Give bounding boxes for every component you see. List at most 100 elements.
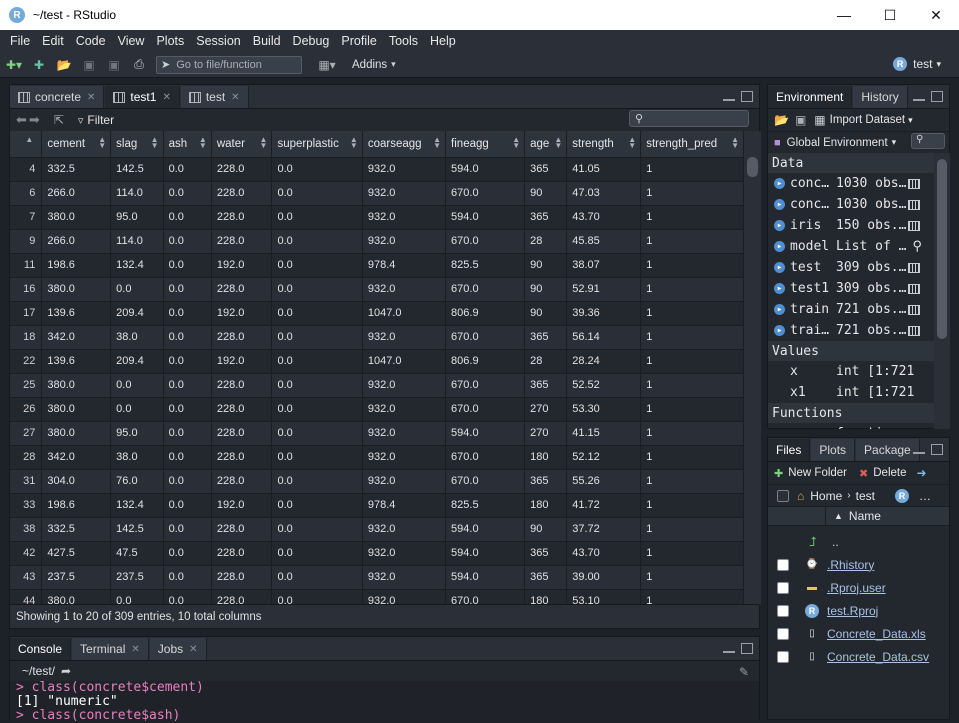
open-file-icon[interactable]: 📂 xyxy=(53,55,75,75)
env-item[interactable]: ▶ conc… 1030 obs… xyxy=(768,194,934,215)
env-tab-environment[interactable]: Environment xyxy=(768,86,853,108)
column-header-age[interactable]: age ▲ ▼ xyxy=(524,131,568,158)
filter-button[interactable]: Filter xyxy=(87,113,114,127)
expand-icon[interactable]: ▶ xyxy=(774,283,785,294)
addins-chevron-icon[interactable]: ▾ xyxy=(391,59,396,70)
new-file-icon[interactable]: ✚▾ xyxy=(3,55,25,75)
file-row[interactable]: ▯ Concrete_Data.csv xyxy=(768,645,949,668)
column-header-cement[interactable]: cement ▲ ▼ xyxy=(41,131,112,158)
minimize-icon[interactable]: — xyxy=(821,0,867,30)
expand-icon[interactable]: ▶ xyxy=(774,199,785,210)
file-checkbox[interactable] xyxy=(777,558,789,571)
close-tab-icon[interactable]: ✕ xyxy=(87,92,95,103)
maximize-files-icon[interactable] xyxy=(931,444,943,455)
view-data-icon[interactable] xyxy=(908,262,920,273)
menu-build[interactable]: Build xyxy=(247,34,287,48)
env-item[interactable]: ▶ trai… 721 obs.… xyxy=(768,320,934,341)
column-header-strength[interactable]: strength ▲ ▼ xyxy=(566,131,642,158)
print-icon[interactable]: ⎙ xyxy=(128,55,150,75)
delete-icon[interactable]: ✖ xyxy=(859,467,868,480)
view-data-icon[interactable] xyxy=(908,220,920,231)
console-tab-console[interactable]: Console xyxy=(10,638,72,660)
env-item[interactable]: ▶ train 721 obs.… xyxy=(768,299,934,320)
view-data-icon[interactable] xyxy=(908,325,920,336)
home-icon[interactable]: ⌂ xyxy=(797,489,804,503)
env-scroll-thumb[interactable] xyxy=(937,159,947,339)
minimize-files-icon[interactable] xyxy=(913,451,925,454)
files-tab-plots[interactable]: Plots xyxy=(811,439,856,461)
view-data-icon[interactable] xyxy=(908,304,920,315)
maximize-icon[interactable]: ☐ xyxy=(867,0,913,30)
forward-icon[interactable]: ➡ xyxy=(29,112,40,128)
save-workspace-icon[interactable]: ▣ xyxy=(795,113,806,127)
expand-icon[interactable]: ▶ xyxy=(774,304,785,315)
close-tab-icon[interactable]: ✕ xyxy=(162,92,170,103)
file-checkbox[interactable] xyxy=(777,627,789,640)
breadcrumb-test[interactable]: test xyxy=(856,489,875,503)
file-name-link[interactable]: Concrete_Data.csv xyxy=(827,650,929,664)
console-tab-jobs[interactable]: Jobs ✕ xyxy=(149,638,207,660)
env-tab-history[interactable]: History xyxy=(853,86,908,108)
sort-up-icon[interactable]: ▲ xyxy=(834,511,843,521)
back-icon[interactable]: ⬅ xyxy=(16,112,27,128)
goto-dir-icon[interactable]: ➦ xyxy=(61,664,71,678)
files-tab-package[interactable]: Package xyxy=(856,439,920,461)
grid-scrollbar[interactable] xyxy=(744,131,761,605)
expand-icon[interactable]: ▶ xyxy=(774,262,785,273)
env-item[interactable]: ▶ model List of … ⚲ xyxy=(768,236,934,257)
column-header-superplastic[interactable]: superplastic ▲ ▼ xyxy=(271,131,363,158)
file-row[interactable]: Rtest.Rproj xyxy=(768,599,949,622)
column-header-strength_pred[interactable]: strength_pred ▲ ▼ xyxy=(640,131,744,158)
close-tab-icon[interactable]: ✕ xyxy=(231,92,239,103)
delete-button[interactable]: Delete xyxy=(873,467,906,479)
maximize-env-icon[interactable] xyxy=(931,91,943,102)
console-tab-terminal[interactable]: Terminal ✕ xyxy=(72,638,149,660)
env-item[interactable]: ▶ iris 150 obs.… xyxy=(768,215,934,236)
env-item[interactable]: ▶ test1 309 obs.… xyxy=(768,278,934,299)
maximize-console-icon[interactable] xyxy=(741,643,753,654)
env-item[interactable]: ▶normfunction…▤ xyxy=(768,423,934,429)
menu-code[interactable]: Code xyxy=(70,34,112,48)
expand-icon[interactable]: ▶ xyxy=(774,325,785,336)
env-item[interactable]: ▶xint [1:721… xyxy=(768,361,934,382)
select-all-checkbox[interactable] xyxy=(777,489,789,502)
project-menu[interactable]: R test ▾ xyxy=(893,57,941,71)
menu-edit[interactable]: Edit xyxy=(36,34,70,48)
close-icon[interactable]: ✕ xyxy=(913,0,959,30)
view-data-icon[interactable] xyxy=(908,199,920,210)
scope-selector[interactable]: Global Environment xyxy=(787,137,888,149)
column-header-water[interactable]: water ▲ ▼ xyxy=(211,131,273,158)
minimize-env-icon[interactable] xyxy=(913,98,925,101)
menu-help[interactable]: Help xyxy=(424,34,462,48)
save-all-icon[interactable]: ▣ xyxy=(103,55,125,75)
file-name-link[interactable]: Concrete_Data.xls xyxy=(827,627,926,641)
source-tab-concrete[interactable]: concrete ✕ xyxy=(10,86,105,108)
minimize-console-icon[interactable] xyxy=(723,650,735,653)
column-header-coarseagg[interactable]: coarseagg ▲ ▼ xyxy=(362,131,447,158)
addins-menu[interactable]: Addins xyxy=(352,59,387,71)
file-name-link[interactable]: .Rhistory xyxy=(827,558,874,572)
file-row[interactable]: ▯ Concrete_Data.xls xyxy=(768,622,949,645)
go-to-project-icon[interactable]: R xyxy=(894,488,909,503)
maximize-pane-icon[interactable] xyxy=(741,91,753,102)
close-tab-icon[interactable]: ✕ xyxy=(189,644,197,655)
file-checkbox[interactable] xyxy=(777,604,789,617)
column-header-slag[interactable]: slag ▲ ▼ xyxy=(110,131,164,158)
menu-file[interactable]: File xyxy=(4,34,36,48)
filter-icon[interactable]: ▿ xyxy=(78,114,84,127)
import-dataset-button[interactable]: Import Dataset xyxy=(830,114,905,126)
view-data-icon[interactable] xyxy=(908,283,920,294)
menu-tools[interactable]: Tools xyxy=(383,34,424,48)
menu-profile[interactable]: Profile xyxy=(335,34,382,48)
popout-icon[interactable]: ⇱ xyxy=(54,113,64,127)
grid-scroll-thumb[interactable] xyxy=(747,157,758,177)
expand-icon[interactable]: ▶ xyxy=(774,178,785,189)
pane-layout-icon[interactable]: ▦▾ xyxy=(316,55,338,75)
viewer-search-input[interactable]: ⚲ xyxy=(629,110,749,127)
menu-debug[interactable]: Debug xyxy=(287,34,336,48)
rownum-header[interactable]: ▲ xyxy=(10,131,43,158)
new-project-icon[interactable]: ✚ xyxy=(28,55,50,75)
load-workspace-icon[interactable]: 📂 xyxy=(774,113,789,127)
import-chevron-icon[interactable]: ▾ xyxy=(908,115,913,126)
env-item[interactable]: ▶ conc… 1030 obs… xyxy=(768,173,934,194)
